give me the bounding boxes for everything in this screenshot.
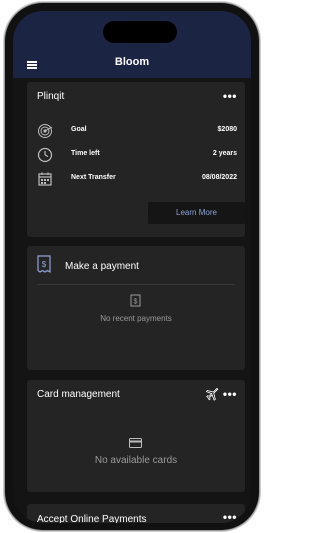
airplane-icon[interactable] (206, 388, 219, 401)
learn-more-button[interactable]: Learn More (148, 202, 245, 224)
next-transfer-value: 08/08/2022 (201, 174, 237, 181)
device-notch (103, 21, 177, 43)
goal-card-title: Plinqit (37, 91, 65, 102)
time-left-value: 2 years (212, 150, 237, 157)
online-payments-title: Accept Online Payments (37, 514, 147, 523)
no-cards-text: No available cards (94, 455, 178, 466)
target-icon (38, 124, 53, 138)
online-payments-more-icon[interactable]: ••• (223, 511, 237, 523)
credit-card-icon (129, 438, 142, 448)
card-management-card: Card management ••• No available cards (27, 380, 245, 492)
card-management-more-icon[interactable]: ••• (223, 388, 237, 400)
goal-card-more-icon[interactable]: ••• (223, 90, 237, 102)
online-payments-card: Accept Online Payments ••• (27, 504, 245, 523)
goal-card: Plinqit ••• Goal $2080 Time left 2 years… (27, 82, 245, 237)
next-transfer-row: Next Transfer 08/08/2022 (37, 171, 237, 189)
receipt-small-icon: $ (130, 294, 141, 307)
svg-text:$: $ (42, 260, 47, 269)
goal-label: Goal (71, 126, 87, 133)
payment-card-divider (37, 284, 235, 285)
clock-icon (37, 147, 53, 163)
payment-card: $ Make a payment $ No recent payments (27, 246, 245, 370)
time-left-row: Time left 2 years (37, 147, 237, 165)
svg-text:$: $ (134, 299, 138, 306)
receipt-icon: $ (37, 255, 51, 273)
phone-frame: Bloom Plinqit ••• Goal $2080 Time left 2… (5, 3, 259, 530)
next-transfer-label: Next Transfer (71, 174, 116, 181)
card-management-title: Card management (37, 389, 120, 400)
app-screen: Bloom Plinqit ••• Goal $2080 Time left 2… (13, 11, 251, 523)
time-left-label: Time left (71, 150, 100, 157)
app-title: Bloom (114, 56, 150, 68)
goal-row: Goal $2080 (37, 123, 237, 141)
goal-value: $2080 (217, 126, 237, 133)
calendar-icon (38, 172, 52, 186)
payment-card-title[interactable]: Make a payment (65, 261, 139, 272)
no-payments-text: No recent payments (100, 314, 172, 323)
